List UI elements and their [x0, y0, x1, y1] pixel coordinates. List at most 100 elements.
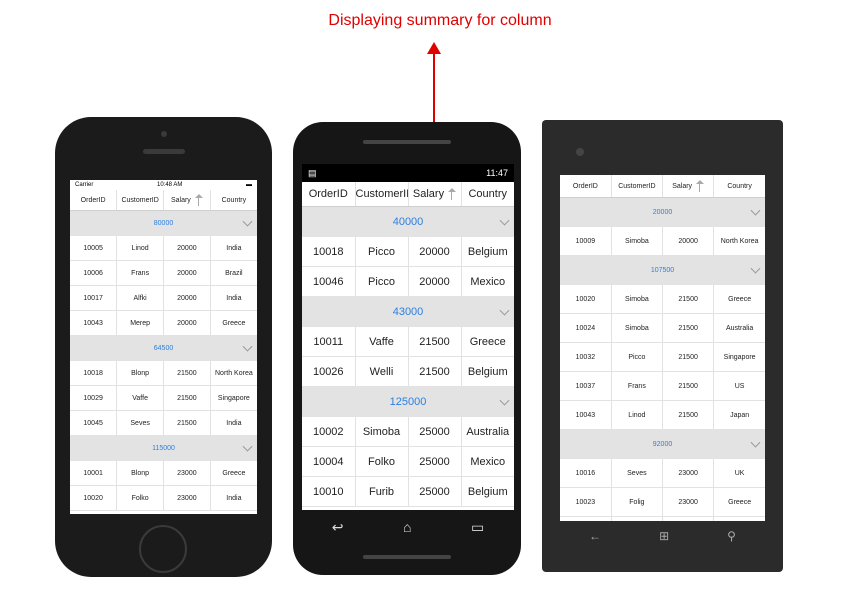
column-header-country[interactable]: Country: [713, 175, 765, 198]
table-row[interactable]: 10023 Folig 23000 Greece: [560, 487, 765, 517]
group-summary-value: 64500: [70, 335, 257, 361]
group-summary-row[interactable]: 20000: [560, 197, 765, 227]
chevron-down-icon[interactable]: [242, 341, 253, 352]
carrier-label: Carrier: [75, 182, 94, 188]
chevron-down-icon[interactable]: [750, 205, 761, 216]
group-summary-row[interactable]: 125000: [302, 386, 514, 417]
group-summary-value: 43000: [302, 296, 514, 327]
column-header-salary[interactable]: Salary: [163, 190, 211, 211]
group-summary-row[interactable]: 115000: [70, 435, 257, 461]
group-summary-value: 92000: [560, 429, 765, 459]
cell-orderid: 10043: [70, 310, 118, 336]
cell-customerid: Folko: [116, 485, 164, 511]
table-row[interactable]: 10026 Welli 21500 Belgium: [302, 356, 514, 387]
column-header-orderid[interactable]: OrderID: [302, 182, 356, 207]
cell-orderid: 10026: [302, 356, 356, 387]
group-summary-row[interactable]: 92000: [560, 429, 765, 459]
cell-salary: 25000: [408, 446, 462, 477]
group-summary-row[interactable]: 107500: [560, 255, 765, 285]
home-icon[interactable]: ⌂: [403, 519, 411, 535]
table-row[interactable]: 10043 Merep 20000 Greece: [70, 310, 257, 336]
chevron-down-icon[interactable]: [750, 437, 761, 448]
cell-salary: 21500: [408, 326, 462, 357]
table-row[interactable]: 10024 Simoba 21500 Australia: [560, 313, 765, 343]
table-row[interactable]: 10016 Seves 23000 UK: [560, 458, 765, 488]
cell-country: North Korea: [713, 226, 765, 256]
table-row[interactable]: 10029 Vaffe 21500 Singapore: [70, 385, 257, 411]
column-header-salary[interactable]: Salary: [408, 182, 462, 207]
table-row[interactable]: 10020 Simoba 21500 Greece: [560, 284, 765, 314]
cell-customerid: Simoba: [611, 226, 664, 256]
column-header-customerid[interactable]: CustomerID: [355, 182, 409, 207]
table-row[interactable]: 10046 Picco 20000 Mexico: [302, 266, 514, 297]
cell-salary: 20000: [408, 266, 462, 297]
table-row[interactable]: 10001 Blonp 23000 Greece: [70, 460, 257, 486]
table-row[interactable]: 10011 Vaffe 21500 Greece: [302, 326, 514, 357]
search-icon[interactable]: ⚲: [727, 529, 736, 543]
column-header-country[interactable]: Country: [461, 182, 514, 207]
chevron-down-icon[interactable]: [499, 215, 510, 226]
group-summary-row[interactable]: 43000: [302, 296, 514, 327]
cell-country: India: [210, 485, 257, 511]
group-summary-row[interactable]: 40000: [302, 206, 514, 237]
cell-salary: 21500: [163, 385, 211, 411]
cell-orderid: 10026: [560, 516, 612, 521]
cell-orderid: 10020: [560, 284, 612, 314]
chevron-down-icon[interactable]: [499, 305, 510, 316]
column-header-label: Country: [468, 188, 508, 200]
table-row[interactable]: 10018 Picco 20000 Belgium: [302, 236, 514, 267]
column-header-customerid[interactable]: CustomerID: [116, 190, 164, 211]
column-header-orderid[interactable]: OrderID: [560, 175, 612, 198]
table-row[interactable]: 10032 Picco 21500 Singapore: [560, 342, 765, 372]
chevron-down-icon[interactable]: [242, 216, 253, 227]
column-header-label: Salary: [672, 182, 693, 190]
table-row[interactable]: 10045 Seves 21500 India: [70, 410, 257, 436]
table-row[interactable]: 10026Furib23000Australia: [560, 516, 765, 521]
group-summary-value: 20000: [560, 197, 765, 227]
cell-salary: 23000: [662, 516, 715, 521]
cell-customerid: Frans: [611, 371, 664, 401]
back-icon[interactable]: ←: [589, 529, 601, 543]
data-grid[interactable]: OrderID CustomerID Salary Country 20000 10009…: [560, 175, 765, 521]
column-header-salary[interactable]: Salary: [662, 175, 715, 198]
data-grid[interactable]: OrderID CustomerID Salary Country 4000010018…: [302, 182, 514, 507]
cell-customerid: Simoba: [611, 313, 664, 343]
cell-orderid: 10037: [560, 371, 612, 401]
notification-icon: ▤: [308, 168, 317, 178]
back-icon[interactable]: ↩: [332, 519, 344, 536]
windows-nav-bar: ← ⊞ ⚲: [560, 522, 765, 550]
recents-icon[interactable]: ▭: [471, 519, 484, 536]
cell-salary: 20000: [163, 260, 211, 286]
table-row[interactable]: 10004 Folko 25000 Mexico: [302, 446, 514, 477]
table-row[interactable]: 10020 Folko 23000 India: [70, 485, 257, 511]
cell-orderid: 10023: [560, 487, 612, 517]
chevron-down-icon[interactable]: [499, 395, 510, 406]
table-row[interactable]: 10037 Frans 21500 US: [560, 371, 765, 401]
table-row[interactable]: 10018 Blonp 21500 North Korea: [70, 360, 257, 386]
header-row: OrderID CustomerID Salary Country: [560, 175, 765, 198]
table-row[interactable]: 10009 Simoba 20000 North Korea: [560, 226, 765, 256]
group-summary-value: 40000: [302, 206, 514, 237]
cell-customerid: Vaffe: [355, 326, 409, 357]
chevron-down-icon[interactable]: [750, 263, 761, 274]
data-grid[interactable]: OrderID CustomerID Salary Country 80000 10005…: [70, 190, 257, 511]
table-row[interactable]: 10002 Simoba 25000 Australia: [302, 416, 514, 447]
speaker: [363, 555, 451, 559]
table-row[interactable]: 10010 Furib 25000 Belgium: [302, 476, 514, 507]
caption: Displaying summary for column: [328, 12, 552, 29]
column-header-customerid[interactable]: CustomerID: [611, 175, 664, 198]
cell-salary: 20000: [408, 236, 462, 267]
cell-orderid: 10001: [70, 460, 118, 486]
table-row[interactable]: 10043 Linod 21500 Japan: [560, 400, 765, 430]
chevron-down-icon[interactable]: [242, 441, 253, 452]
windows-icon[interactable]: ⊞: [659, 529, 669, 543]
group-summary-row[interactable]: 64500: [70, 335, 257, 361]
table-row[interactable]: 10017 Alfki 20000 India: [70, 285, 257, 311]
column-header-country[interactable]: Country: [210, 190, 257, 211]
table-row[interactable]: 10005 Linod 20000 India: [70, 235, 257, 261]
home-button[interactable]: [139, 525, 187, 573]
cell-customerid: Blonp: [116, 460, 164, 486]
column-header-orderid[interactable]: OrderID: [70, 190, 118, 211]
table-row[interactable]: 10006 Frans 20000 Brazil: [70, 260, 257, 286]
group-summary-row[interactable]: 80000: [70, 210, 257, 236]
